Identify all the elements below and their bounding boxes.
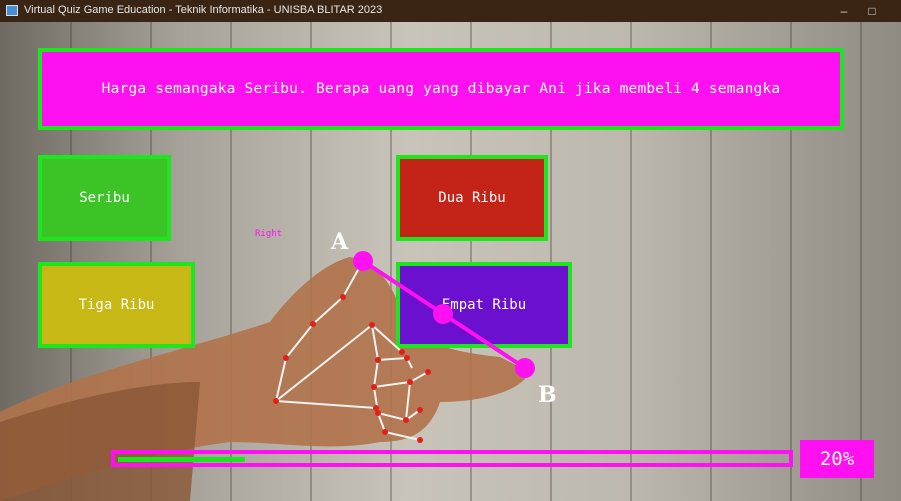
point-b-marker	[515, 358, 535, 378]
progress-percent: 20%	[800, 440, 874, 478]
app-icon	[6, 5, 18, 16]
maximize-icon[interactable]: □	[856, 0, 888, 22]
point-a-marker	[353, 251, 373, 271]
point-b-label: B	[538, 382, 557, 408]
midpoint-marker	[433, 304, 453, 324]
camera-view: Harga semangaka Seribu. Berapa uang yang…	[0, 22, 901, 501]
window-titlebar: Virtual Quiz Game Education - Teknik Inf…	[0, 0, 901, 22]
window-title: Virtual Quiz Game Education - Teknik Inf…	[24, 4, 383, 16]
progress-bar	[111, 450, 793, 467]
progress-fill	[118, 457, 245, 462]
hand-landmarks	[273, 251, 535, 443]
point-a-label: A	[331, 229, 349, 255]
